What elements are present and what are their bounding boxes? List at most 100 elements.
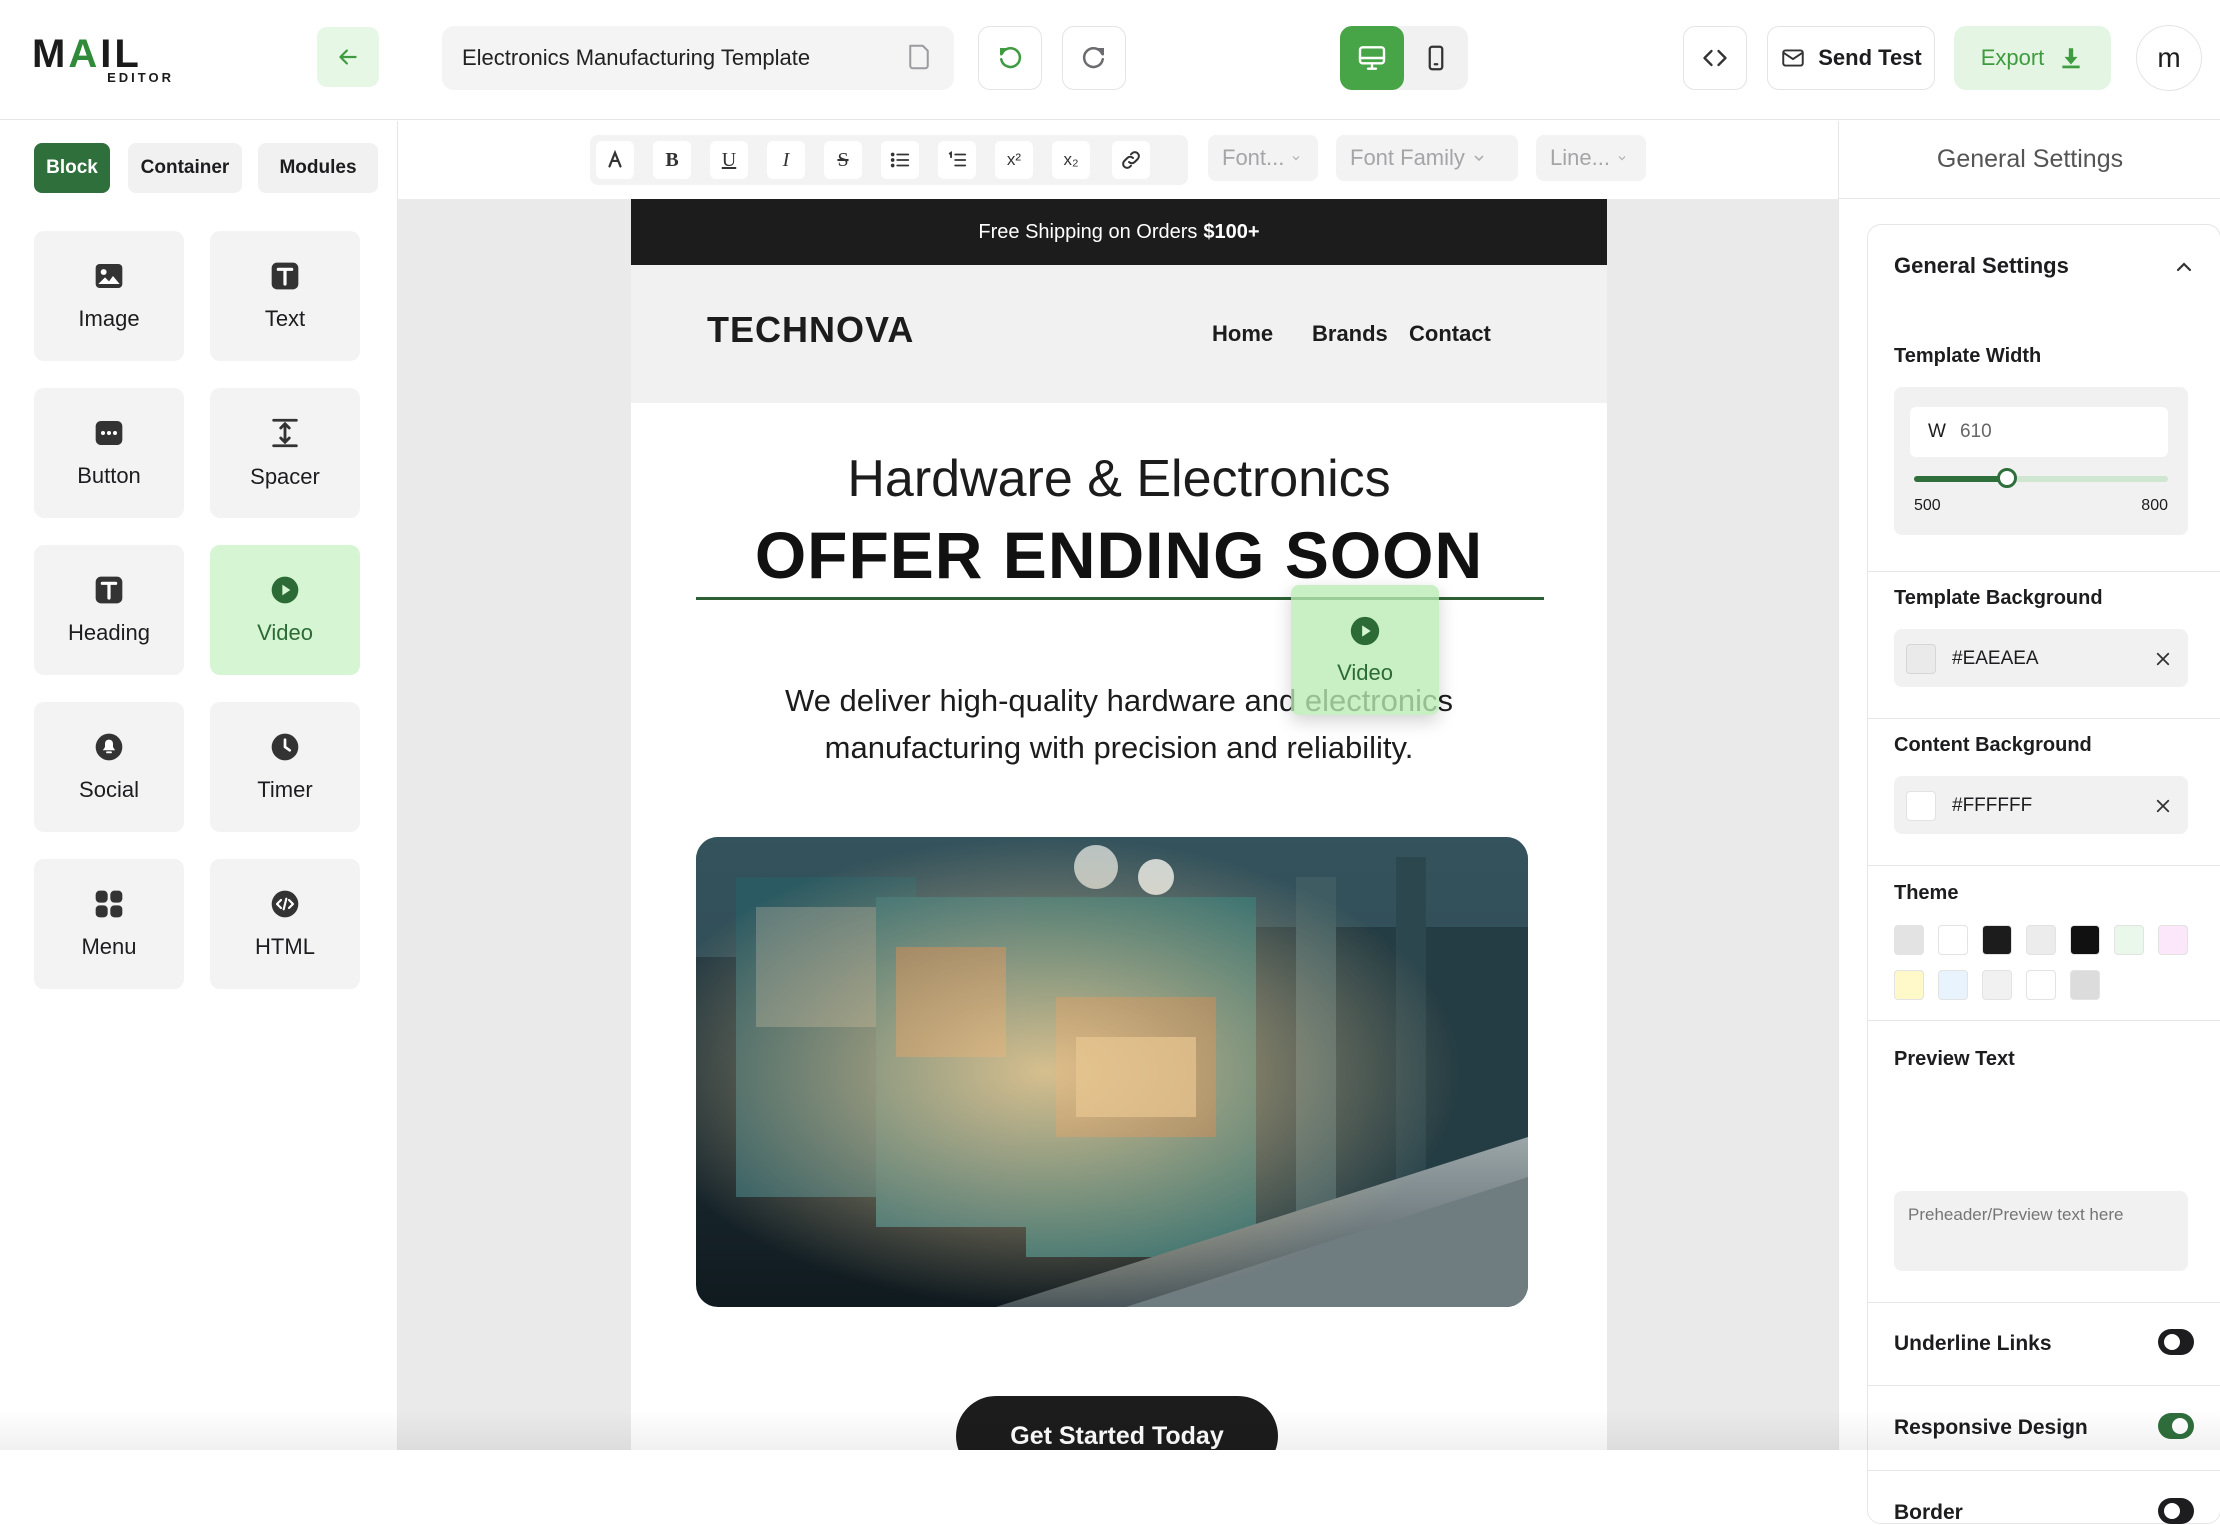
responsive-design-toggle[interactable]	[2158, 1413, 2194, 1439]
width-slider[interactable]	[1914, 468, 2168, 488]
block-label: Video	[257, 620, 313, 645]
preview-text-field[interactable]	[1894, 1191, 2188, 1271]
drag-ghost-label: Video	[1337, 660, 1393, 685]
tab-container[interactable]: Container	[128, 143, 242, 193]
email-preview[interactable]: Free Shipping on Orders $100+ TECHNOVA H…	[631, 199, 1607, 1450]
back-button[interactable]	[317, 27, 379, 87]
theme-swatch[interactable]	[1982, 925, 2012, 955]
underline-button[interactable]: U	[710, 141, 748, 179]
shipping-banner[interactable]: Free Shipping on Orders $100+	[631, 199, 1607, 265]
theme-swatch[interactable]	[2114, 925, 2144, 955]
font-family-placeholder: Font Family	[1350, 145, 1465, 170]
theme-swatch[interactable]	[1982, 970, 2012, 1000]
theme-swatch[interactable]	[2158, 925, 2188, 955]
hero-offer-heading[interactable]: OFFER ENDING SOON	[631, 517, 1607, 593]
template-name-field[interactable]	[442, 26, 954, 90]
hero-title[interactable]: Hardware & Electronics	[631, 449, 1607, 509]
toggle-knob	[2164, 1503, 2180, 1519]
theme-swatch[interactable]	[2070, 970, 2100, 1000]
nav-link-brands[interactable]: Brands	[1312, 321, 1388, 347]
preview-text-input[interactable]	[1908, 1205, 2176, 1261]
logo[interactable]: MAIL EDITOR	[32, 34, 178, 85]
template-name-input[interactable]	[462, 40, 862, 76]
theme-swatch[interactable]	[2070, 925, 2100, 955]
undo-button[interactable]	[978, 26, 1042, 90]
export-button[interactable]: Export	[1954, 26, 2111, 90]
font-family-select[interactable]: Font Family	[1336, 135, 1518, 181]
underline-icon: U	[721, 148, 737, 171]
code-view-button[interactable]	[1683, 26, 1747, 90]
close-icon[interactable]	[2154, 650, 2172, 668]
mobile-view-button[interactable]	[1404, 26, 1468, 90]
save-file-icon[interactable]	[904, 42, 934, 72]
close-icon[interactable]	[2154, 797, 2172, 815]
send-test-button[interactable]: Send Test	[1767, 26, 1935, 90]
bold-icon: B	[665, 148, 679, 171]
arrow-left-icon	[339, 49, 357, 65]
section-title[interactable]: General Settings	[1894, 253, 2069, 279]
text-color-button[interactable]	[596, 141, 634, 179]
factory-image[interactable]	[696, 837, 1528, 1307]
code-icon	[1703, 49, 1727, 67]
font-size-select[interactable]: Font...	[1208, 135, 1318, 181]
content-background-field[interactable]: #FFFFFF	[1894, 776, 2188, 834]
template-background-field[interactable]: #EAEAEA	[1894, 629, 2188, 687]
theme-swatch[interactable]	[2026, 925, 2056, 955]
tab-modules[interactable]: Modules	[258, 143, 378, 193]
block-image[interactable]: Image	[34, 231, 184, 361]
bold-button[interactable]: B	[653, 141, 691, 179]
block-text[interactable]: Text	[210, 231, 360, 361]
slider-handle[interactable]	[1997, 468, 2018, 488]
block-social[interactable]: Social	[34, 702, 184, 832]
block-heading[interactable]: Heading	[34, 545, 184, 675]
subscript-button[interactable]: x₂	[1052, 141, 1090, 179]
theme-swatch[interactable]	[1894, 970, 1924, 1000]
device-toggle	[1340, 26, 1468, 90]
block-label: Image	[78, 306, 140, 331]
nav-link-home[interactable]: Home	[1212, 321, 1273, 347]
block-timer[interactable]: Timer	[210, 702, 360, 832]
divider	[1868, 718, 2220, 719]
link-button[interactable]	[1112, 141, 1150, 179]
redo-button[interactable]	[1062, 26, 1126, 90]
preview-text-label: Preview Text	[1894, 1048, 2015, 1070]
spacer-icon	[272, 418, 298, 448]
avatar[interactable]: m	[2136, 25, 2202, 91]
export-label: Export	[1980, 45, 2045, 70]
nav-link-contact[interactable]: Contact	[1409, 321, 1491, 347]
email-header[interactable]: TECHNOVA Home Brands Contact	[631, 265, 1607, 403]
line-height-select[interactable]: Line...	[1536, 135, 1646, 181]
theme-swatch[interactable]	[2026, 970, 2056, 1000]
bullet-list-button[interactable]	[881, 141, 919, 179]
divider	[1868, 571, 2220, 572]
theme-swatch[interactable]	[1938, 925, 1968, 955]
strikethrough-button[interactable]: S	[824, 141, 862, 179]
superscript-icon: x²	[1006, 150, 1022, 169]
settings-panel: General Settings General Settings Templa…	[1838, 121, 2220, 1524]
width-field[interactable]: W 610	[1910, 407, 2168, 457]
toggle-knob	[2172, 1418, 2188, 1434]
block-button[interactable]: Button	[34, 388, 184, 518]
slider-fill	[1914, 476, 2008, 482]
tab-block[interactable]: Block	[34, 143, 110, 193]
content-background-swatch[interactable]	[1906, 791, 1936, 821]
border-toggle[interactable]	[2158, 1498, 2194, 1524]
get-started-button[interactable]: Get Started Today	[956, 1396, 1278, 1450]
chevron-up-icon[interactable]	[2172, 255, 2196, 279]
italic-button[interactable]: I	[767, 141, 805, 179]
superscript-button[interactable]: x²	[995, 141, 1033, 179]
block-menu[interactable]: Menu	[34, 859, 184, 989]
theme-swatch[interactable]	[1894, 925, 1924, 955]
download-icon	[2062, 48, 2080, 69]
block-spacer[interactable]: Spacer	[210, 388, 360, 518]
desktop-view-button[interactable]	[1340, 26, 1404, 90]
block-label: Heading	[68, 620, 150, 645]
block-video[interactable]: Video	[210, 545, 360, 675]
underline-links-toggle[interactable]	[2158, 1329, 2194, 1355]
numbered-list-button[interactable]	[938, 141, 976, 179]
editor-canvas[interactable]: B U I S x² x₂ Font... Font Family Line..…	[398, 121, 1838, 1450]
theme-swatch[interactable]	[1938, 970, 1968, 1000]
image-icon	[95, 264, 123, 288]
block-html[interactable]: HTML	[210, 859, 360, 989]
template-background-swatch[interactable]	[1906, 644, 1936, 674]
